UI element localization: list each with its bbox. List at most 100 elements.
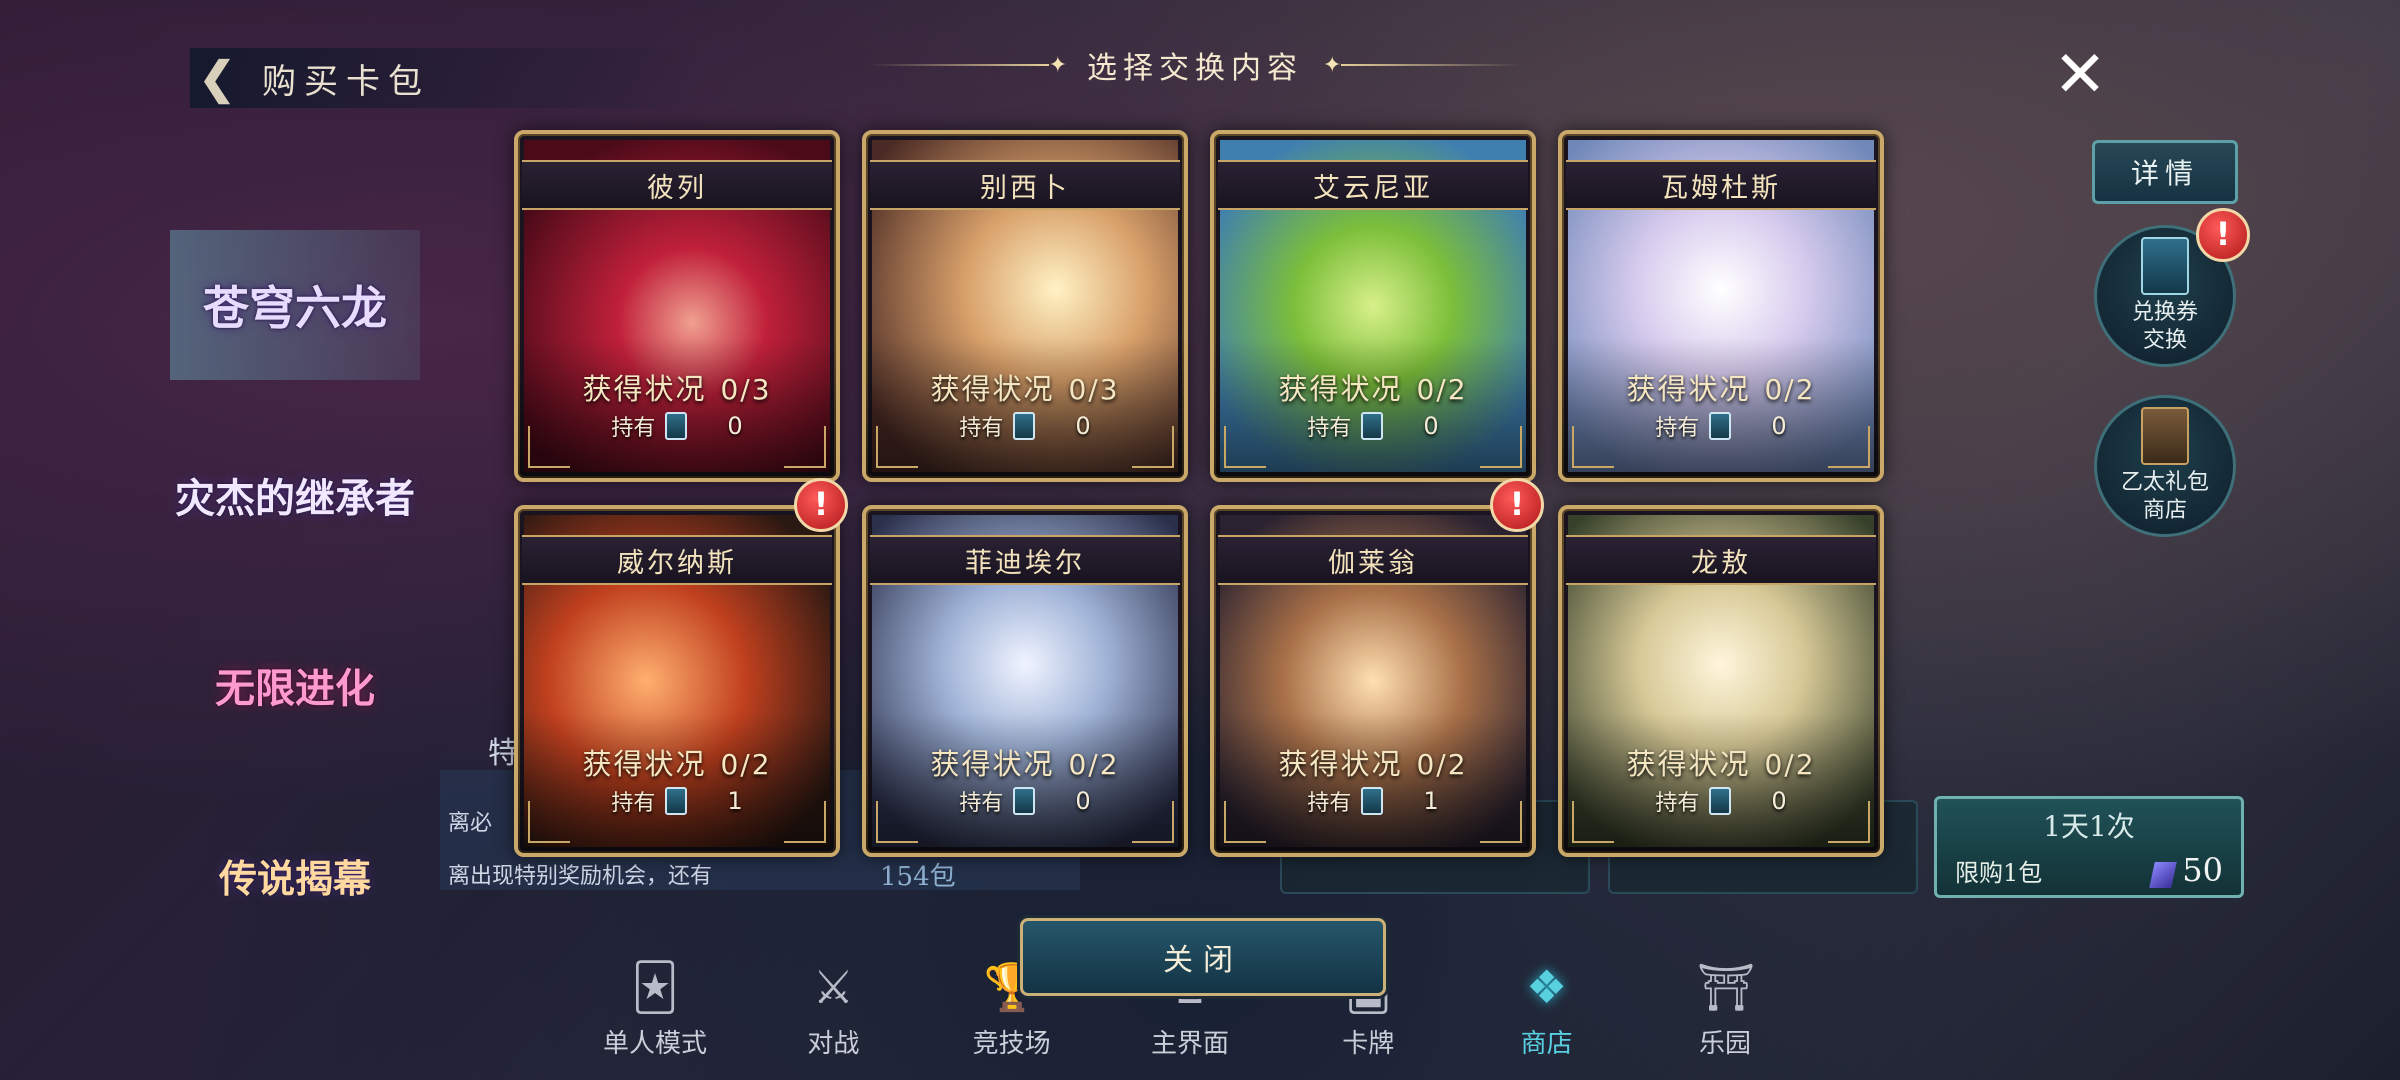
voucher-icon — [1709, 412, 1732, 440]
voucher-icon — [665, 787, 688, 815]
nav-label: 商店 — [1520, 1029, 1573, 1059]
card-option[interactable]: 威尔纳斯 获得状况 0/2 持有 1 — [514, 505, 840, 857]
close-icon[interactable]: ✕ — [2050, 43, 2110, 107]
battle-icon: ⚔ — [812, 960, 854, 1014]
shop-icon: ❖ — [1526, 960, 1568, 1014]
nav-label: 单人模式 — [602, 1029, 707, 1059]
detail-button[interactable]: 详情 — [2092, 140, 2238, 204]
pack-category-list: 苍穹六龙 灾杰的继承者 无限进化 传说揭幕 — [170, 230, 420, 990]
own-count: 0 — [1771, 787, 1787, 815]
card-option[interactable]: 菲迪埃尔 获得状况 0/2 持有 0 — [862, 505, 1188, 857]
card-name: 菲迪埃尔 — [870, 535, 1180, 585]
own-label: 持有 — [959, 416, 1004, 441]
ether-pack-shop-button[interactable]: 乙太礼包 商店 — [2094, 395, 2236, 537]
voucher-icon — [1013, 787, 1036, 815]
card-name: 威尔纳斯 — [522, 535, 832, 585]
own-label: 持有 — [611, 791, 656, 816]
category-item-wuxian[interactable]: 无限进化 — [170, 610, 420, 760]
card-name: 伽莱翁 — [1218, 535, 1528, 585]
card-option[interactable]: 龙敖 获得状况 0/2 持有 0 — [1558, 505, 1884, 857]
category-item-cangqiong[interactable]: 苍穹六龙 — [170, 230, 420, 380]
own-count: 0 — [1771, 412, 1787, 440]
status-count: 0/3 — [720, 373, 772, 406]
status-count: 0/3 — [1068, 373, 1120, 406]
status-label: 获得状况 — [1626, 372, 1751, 406]
close-button[interactable]: 关闭 — [1020, 918, 1386, 996]
status-count: 0/2 — [720, 748, 772, 781]
treasure-chest-icon — [2141, 407, 2189, 465]
back-arrow-icon[interactable]: ❮ — [190, 51, 244, 105]
nav-label: 主界面 — [1150, 1029, 1229, 1059]
shop-info-line2: 离出现特别奖励机会，还有 — [448, 864, 713, 889]
voucher-icon — [1013, 412, 1036, 440]
own-label: 持有 — [1307, 416, 1352, 441]
nav-item-shop[interactable]: ❖ 商店 — [1472, 940, 1622, 1060]
card-option[interactable]: 彼列 获得状况 0/3 持有 0 — [514, 130, 840, 482]
nav-label: 乐园 — [1698, 1029, 1751, 1059]
sparkle-icon: ✦ — [1048, 52, 1067, 78]
status-count: 0/2 — [1068, 748, 1120, 781]
voucher-label-line2: 交换 — [2142, 328, 2187, 353]
park-icon: ⛩ — [1696, 960, 1756, 1014]
status-label: 获得状况 — [582, 372, 707, 406]
alert-icon: ! — [2196, 208, 2250, 262]
own-count: 0 — [1075, 787, 1091, 815]
voucher-icon — [1361, 787, 1384, 815]
ether-shop-label-line2: 商店 — [2142, 498, 2187, 523]
status-count: 0/2 — [1764, 373, 1816, 406]
voucher-label-line1: 兑换券 — [2131, 300, 2198, 325]
category-item-chuanshuo[interactable]: 传说揭幕 — [170, 800, 420, 950]
page-header: ❮ 购买卡包 — [190, 48, 710, 108]
own-label: 持有 — [1307, 791, 1352, 816]
limited-offer-label: 限购1包 — [1955, 858, 2043, 887]
own-label: 持有 — [611, 416, 656, 441]
limited-offer-title: 1天1次 — [2043, 810, 2135, 843]
own-count: 0 — [727, 412, 743, 440]
status-label: 获得状况 — [582, 747, 707, 781]
card-option[interactable]: 艾云尼亚 获得状况 0/2 持有 0 — [1210, 130, 1536, 482]
nav-item-solo[interactable]: 🃏 单人模式 — [580, 940, 730, 1060]
voucher-icon — [665, 412, 688, 440]
own-count: 1 — [1423, 787, 1439, 815]
nav-label: 对战 — [807, 1029, 860, 1059]
card-name: 彼列 — [522, 160, 832, 210]
shop-info-line1: 离必 — [448, 811, 493, 836]
ether-shop-label-line1: 乙太礼包 — [2120, 470, 2209, 495]
voucher-icon — [1709, 787, 1732, 815]
nav-label: 竞技场 — [972, 1029, 1051, 1059]
own-label: 持有 — [1655, 791, 1700, 816]
own-count: 1 — [727, 787, 743, 815]
status-count: 0/2 — [1764, 748, 1816, 781]
alert-icon: ! — [1490, 478, 1544, 532]
status-label: 获得状况 — [1278, 747, 1403, 781]
card-name: 别西卜 — [870, 160, 1180, 210]
card-option[interactable]: 别西卜 获得状况 0/3 持有 0 — [862, 130, 1188, 482]
alert-icon: ! — [794, 478, 848, 532]
category-item-zaijie[interactable]: 灾杰的继承者 — [170, 420, 420, 570]
nav-item-park[interactable]: ⛩ 乐园 — [1650, 940, 1800, 1060]
card-option[interactable]: 瓦姆杜斯 获得状况 0/2 持有 0 — [1558, 130, 1884, 482]
nav-label: 卡牌 — [1342, 1029, 1395, 1059]
status-count: 0/2 — [1416, 373, 1468, 406]
voucher-icon — [1361, 412, 1384, 440]
nav-item-battle[interactable]: ⚔ 对战 — [758, 940, 908, 1060]
voucher-icon — [2141, 237, 2189, 295]
own-label: 持有 — [1655, 416, 1700, 441]
dialog-title-bar: ✦ 选择交换内容 ✦ — [870, 40, 1520, 90]
status-label: 获得状况 — [930, 747, 1055, 781]
page-title: 购买卡包 — [262, 61, 430, 102]
card-option[interactable]: 伽莱翁 获得状况 0/2 持有 1 — [1210, 505, 1536, 857]
status-count: 0/2 — [1416, 748, 1468, 781]
card-name: 龙敖 — [1566, 535, 1876, 585]
status-label: 获得状况 — [1626, 747, 1751, 781]
dialog-title: 选择交换内容 — [1087, 51, 1303, 86]
sparkle-icon: ✦ — [1323, 52, 1342, 78]
limited-offer-button[interactable]: 1天1次 限购1包 50 — [1934, 796, 2244, 898]
shop-info-packs-left: 154包 — [880, 862, 956, 892]
crystal-icon — [2149, 861, 2178, 888]
status-label: 获得状况 — [930, 372, 1055, 406]
card-name: 瓦姆杜斯 — [1566, 160, 1876, 210]
own-count: 0 — [1423, 412, 1439, 440]
limited-offer-price: 50 — [2182, 851, 2223, 889]
solo-mode-icon: 🃏 — [631, 960, 679, 1014]
